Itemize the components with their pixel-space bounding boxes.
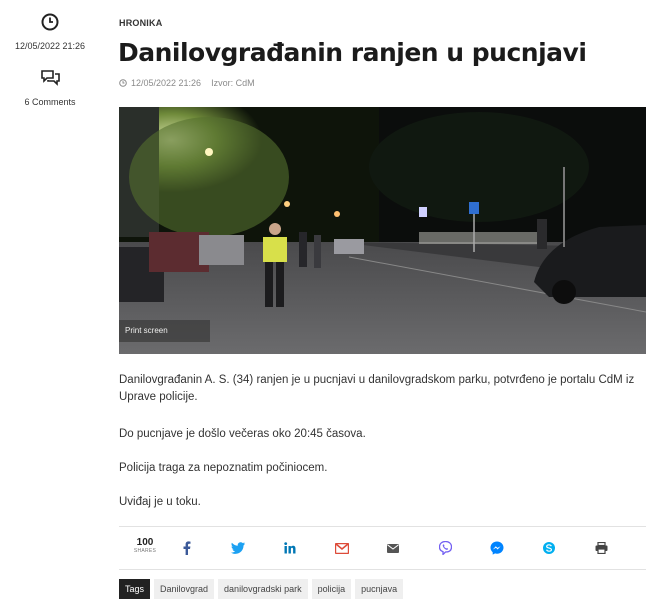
linkedin-icon[interactable] (282, 540, 298, 556)
gmail-icon[interactable] (334, 540, 350, 556)
share-count-label: SHARES (133, 548, 157, 554)
share-count: 100 SHARES (131, 537, 159, 554)
paragraph: Uviđaj je u toku. (119, 496, 201, 508)
tags-label: Tags (119, 579, 151, 599)
night-street-image (119, 107, 646, 354)
article-source: Izvor: CdM (211, 78, 255, 88)
paragraph: Do pucnjave je došlo večeras oko 20:45 č… (119, 428, 366, 440)
tag-item[interactable]: danilovgradski park (218, 579, 308, 599)
tag-item[interactable]: policija (311, 579, 352, 599)
messenger-icon[interactable] (489, 540, 505, 556)
tag-item[interactable]: pucnjava (355, 579, 404, 599)
share-bar: 100 SHARES (119, 526, 646, 570)
facebook-icon[interactable] (178, 540, 194, 556)
publish-date: 12/05/2022 21:26 (131, 78, 202, 88)
comments-link[interactable]: 6 Comments (0, 97, 100, 107)
email-icon[interactable] (385, 540, 401, 556)
tag-list: Tags Danilovgrad danilovgradski park pol… (119, 579, 404, 599)
article-photo: Print screen (119, 107, 646, 354)
viber-icon[interactable] (437, 540, 453, 556)
tag-item[interactable]: Danilovgrad (154, 579, 215, 599)
print-icon[interactable] (593, 540, 609, 556)
article-meta: 12/05/2022 21:26 Izvor: CdM (119, 78, 255, 88)
paragraph: Policija traga za nepoznatim počiniocem. (119, 462, 328, 474)
share-count-number: 100 (136, 537, 154, 548)
skype-icon[interactable] (541, 540, 557, 556)
sidebar-date: 12/05/2022 21:26 (14, 41, 86, 51)
category-label[interactable]: HRONIKA (119, 18, 162, 28)
clock-icon (119, 79, 127, 87)
twitter-icon[interactable] (230, 540, 246, 556)
article-title: Danilovgrađanin ranjen u pucnjavi (118, 38, 587, 67)
paragraph: Danilovgrađanin A. S. (34) ranjen je u p… (119, 374, 635, 403)
comments-icon[interactable] (40, 69, 61, 87)
photo-caption: Print screen (119, 320, 210, 342)
clock-icon (41, 13, 59, 31)
